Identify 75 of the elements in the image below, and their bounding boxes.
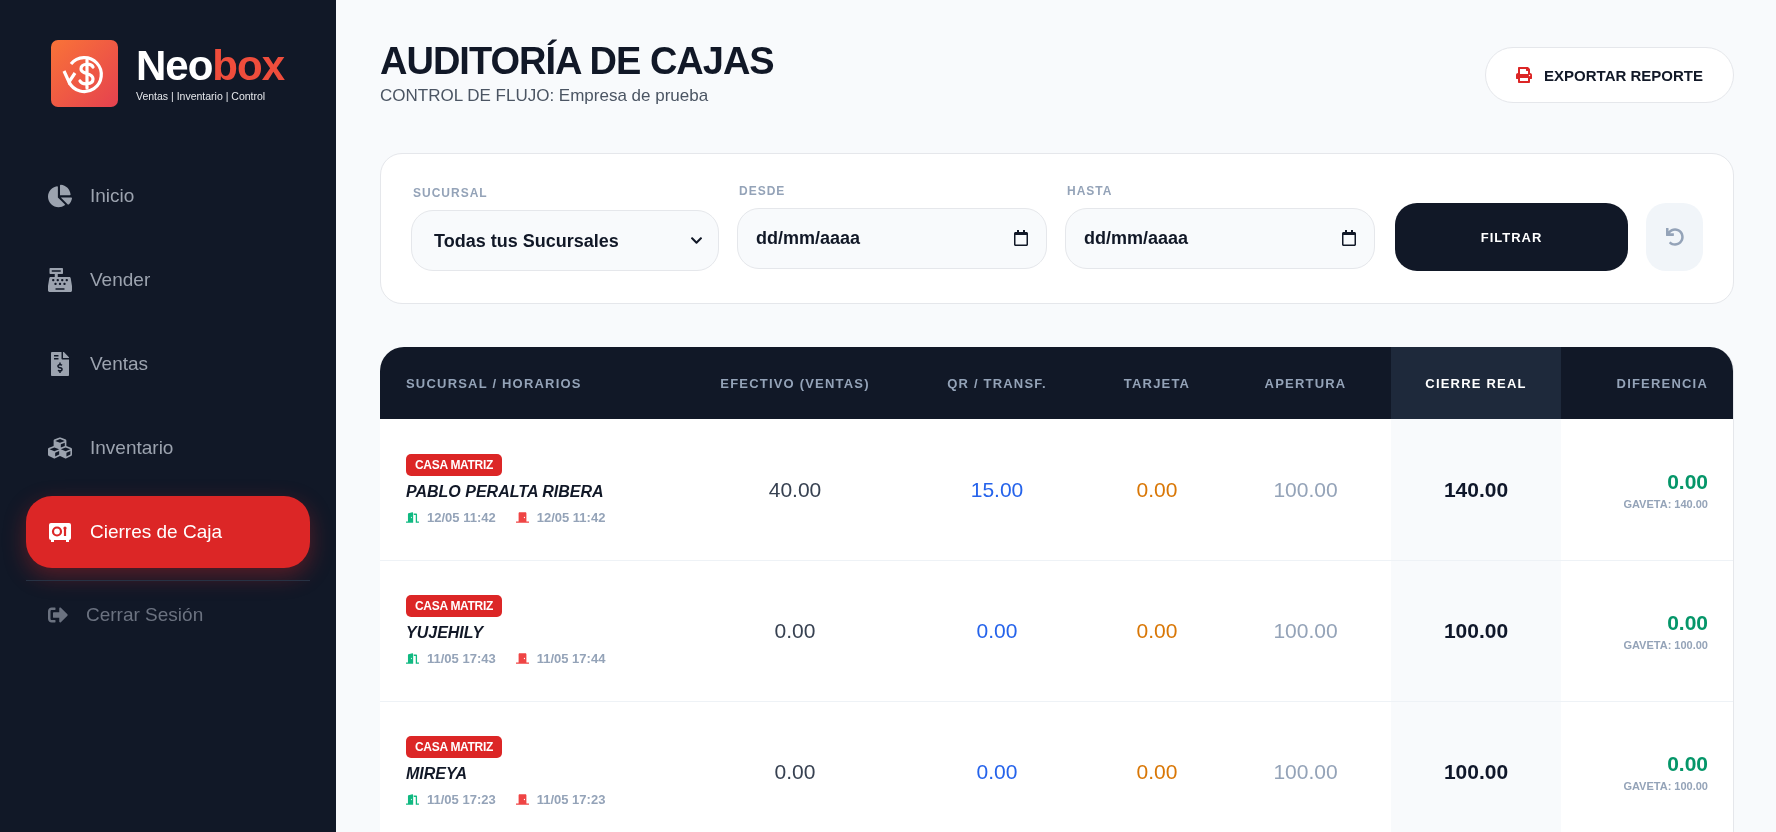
- nav-item[interactable]: Cierres de Caja: [26, 496, 310, 568]
- cash-amount: 0.00: [774, 618, 816, 642]
- cash-amount: 0.00: [774, 759, 816, 783]
- closing-amount: 100.00: [1443, 618, 1509, 642]
- drawer-amount: GAVETA: 140.00: [1623, 497, 1708, 510]
- door-icon: [406, 511, 419, 525]
- calendar-icon: [1341, 230, 1357, 247]
- door-icon: [515, 793, 529, 807]
- nav-item[interactable]: Ventas: [26, 328, 310, 400]
- door-icon: [406, 652, 419, 666]
- open-time: 12/05 11:42: [406, 510, 496, 526]
- opening-amount: 100.00: [1273, 477, 1338, 501]
- qr-amount: 15.00: [970, 477, 1024, 501]
- nav-item[interactable]: Inventario: [26, 412, 310, 484]
- column-header: DIFERENCIA: [1561, 347, 1733, 420]
- field-label: DESDE: [738, 184, 787, 199]
- opening-amount: 100.00: [1273, 759, 1338, 783]
- difference-amount: 0.00: [1667, 610, 1708, 635]
- close-time: 12/05 11:42: [515, 510, 606, 526]
- column-header: APERTURA: [1220, 347, 1391, 420]
- user-name: YUJEHILY: [406, 624, 485, 643]
- column-header: SUCURSAL / HORARIOS: [380, 347, 690, 420]
- drawer-amount: GAVETA: 100.00: [1623, 779, 1708, 792]
- cash-amount: 40.00: [768, 477, 822, 501]
- difference-amount: 0.00: [1667, 751, 1708, 776]
- date-field[interactable]: dd/mm/aaaa: [737, 208, 1047, 270]
- door-icon: [515, 511, 529, 525]
- user-name: PABLO PERALTA RIBERA: [406, 483, 605, 502]
- card-amount: 0.00: [1136, 759, 1178, 783]
- opening-amount: 100.00: [1273, 618, 1338, 642]
- card-amount: 0.00: [1136, 477, 1178, 501]
- cash-register-icon: [48, 268, 72, 292]
- printer-icon: [1516, 67, 1533, 83]
- column-header: QR / TRANSF.: [900, 347, 1094, 420]
- field-label: HASTA: [1066, 184, 1114, 199]
- open-time: 11/05 17:43: [406, 651, 496, 667]
- close-time: 11/05 17:23: [515, 792, 606, 808]
- nav-item[interactable]: Vender: [26, 244, 310, 316]
- dollar-document-icon: [48, 352, 72, 376]
- qr-amount: 0.00: [976, 759, 1018, 783]
- logo-icon: [51, 40, 118, 107]
- open-time: 11/05 17:23: [406, 792, 496, 808]
- branch-badge: CASA MATRIZ: [406, 454, 503, 477]
- branch-select[interactable]: Todas tus Sucursales: [411, 210, 719, 272]
- drawer-amount: GAVETA: 100.00: [1623, 638, 1708, 651]
- qr-amount: 0.00: [976, 618, 1018, 642]
- page-subtitle: CONTROL DE FLUJO: Empresa de prueba: [380, 85, 710, 106]
- boxes-icon: [48, 436, 72, 460]
- safe-icon: [48, 520, 72, 544]
- brand-name: Neobox: [136, 45, 285, 87]
- branch-badge: CASA MATRIZ: [406, 595, 503, 618]
- logout-icon: [48, 605, 68, 625]
- nav-item[interactable]: Inicio: [26, 160, 310, 232]
- field-label: SUCURSAL: [412, 186, 489, 201]
- closing-amount: 140.00: [1443, 477, 1509, 501]
- difference-amount: 0.00: [1667, 469, 1708, 494]
- column-header: TARJETA: [1094, 347, 1220, 420]
- branch-badge: CASA MATRIZ: [406, 736, 503, 759]
- reset-icon: [1665, 228, 1684, 247]
- date-field[interactable]: dd/mm/aaaa: [1065, 208, 1375, 270]
- logout-link[interactable]: Cerrar Sesión: [26, 589, 310, 641]
- close-time: 11/05 17:44: [515, 651, 606, 667]
- column-header: CIERRE REAL: [1391, 347, 1561, 420]
- calendar-icon: [1013, 230, 1029, 247]
- pie-chart-icon: [48, 184, 72, 208]
- filter-button[interactable]: FILTRAR: [1395, 203, 1628, 272]
- door-icon: [515, 652, 529, 666]
- export-button[interactable]: EXPORTAR REPORTE: [1485, 47, 1734, 103]
- closing-amount: 100.00: [1443, 759, 1509, 783]
- reset-button[interactable]: [1646, 203, 1703, 272]
- card-amount: 0.00: [1136, 618, 1178, 642]
- user-name: MIREYA: [406, 765, 469, 784]
- door-icon: [406, 793, 419, 807]
- brand-tagline: Ventas | Inventario | Control: [136, 90, 267, 102]
- column-header: EFECTIVO (VENTAS): [690, 347, 900, 420]
